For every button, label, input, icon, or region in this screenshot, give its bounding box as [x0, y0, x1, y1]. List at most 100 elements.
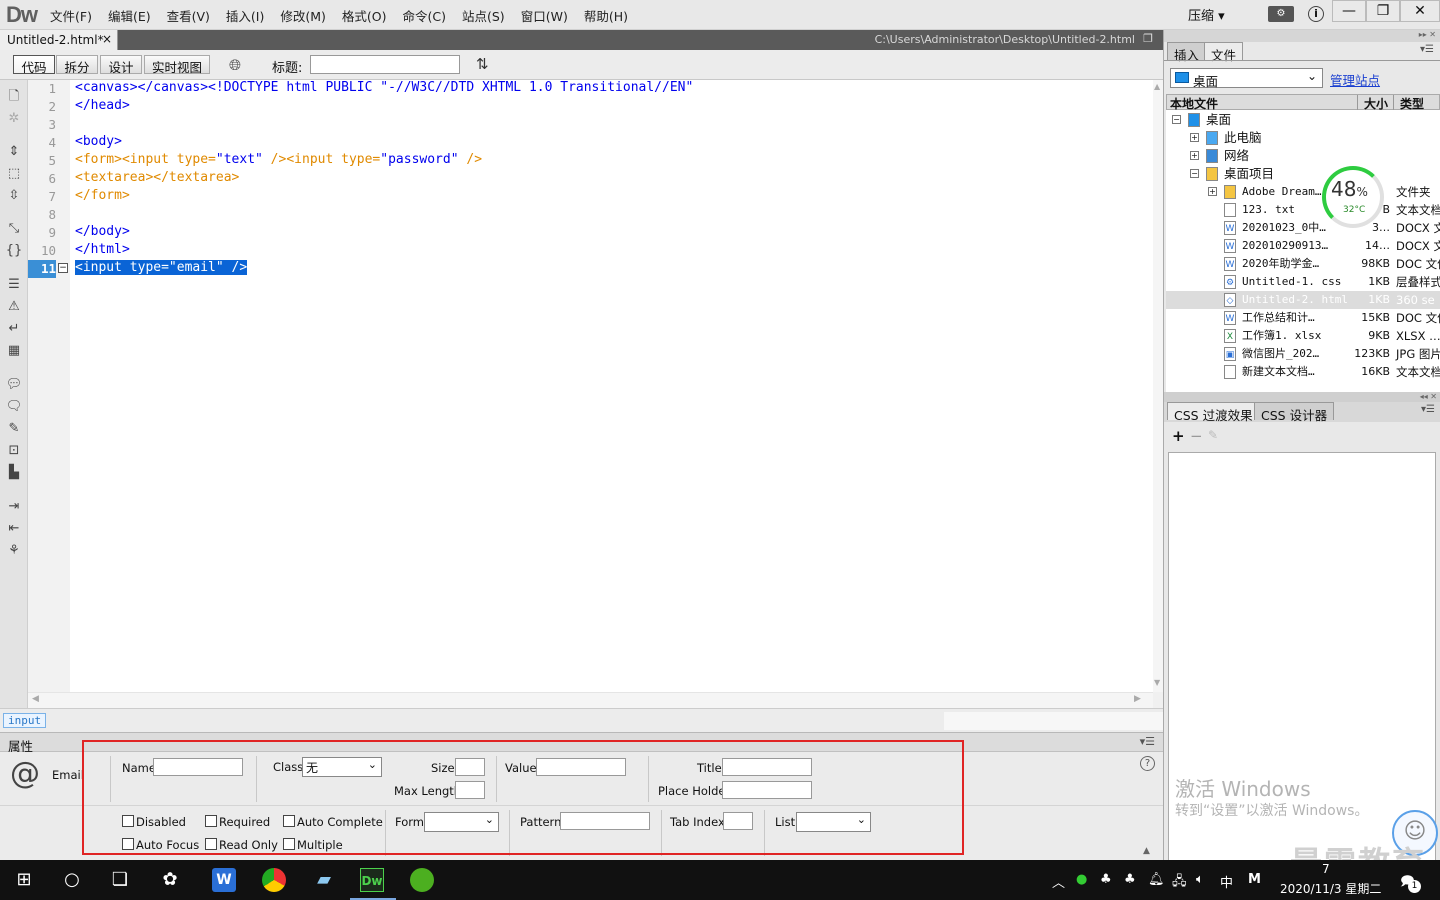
- ime-mode-indicator[interactable]: M: [1248, 872, 1261, 887]
- qq-icon-2[interactable]: ♣: [1124, 872, 1136, 887]
- line-numbers-icon[interactable]: ☰: [5, 276, 23, 294]
- vertical-scrollbar[interactable]: ▲ ▼: [1153, 80, 1163, 692]
- code-line[interactable]: </html>: [75, 242, 130, 260]
- code-line[interactable]: </head>: [75, 98, 130, 116]
- outdent-code-icon[interactable]: ⇤: [5, 520, 23, 538]
- read-only-checkbox[interactable]: [205, 838, 217, 850]
- scroll-right-icon[interactable]: ▶: [1134, 694, 1141, 704]
- extension-icon[interactable]: ⚙: [1268, 6, 1294, 22]
- file-row[interactable]: − 桌面: [1166, 111, 1440, 129]
- ime-indicator[interactable]: 中: [1220, 872, 1233, 891]
- watermelon-icon[interactable]: [410, 868, 434, 892]
- scroll-up-icon[interactable]: ▲: [1154, 82, 1160, 91]
- disabled-checkbox[interactable]: [122, 815, 134, 827]
- menu-item-8[interactable]: 窗口(W): [513, 6, 576, 25]
- restore-document-icon[interactable]: ❐: [1143, 32, 1153, 45]
- open-documents-icon[interactable]: 🗋: [5, 88, 23, 106]
- file-row[interactable]: X 工作簿1. xlsx 9KB XLSX …: [1166, 327, 1440, 345]
- title-input[interactable]: [310, 55, 460, 74]
- code-line[interactable]: <textarea></textarea>: [75, 170, 239, 188]
- menu-item-0[interactable]: 文件(F): [42, 6, 100, 25]
- chrome-icon[interactable]: [262, 868, 286, 892]
- collapse-tag-icon[interactable]: ⇕: [5, 143, 23, 161]
- name-input[interactable]: [153, 758, 243, 776]
- expand-all-icon[interactable]: ⇳: [5, 187, 23, 205]
- file-row[interactable]: ◇ Untitled-2. html 1KB 360 se: [1166, 291, 1440, 309]
- app-icon-document[interactable]: ▰: [312, 868, 336, 892]
- indent-code-icon[interactable]: ⇥: [5, 498, 23, 516]
- file-row[interactable]: W 20201023_0中… 3… DOCX 文: [1166, 219, 1440, 237]
- site-select[interactable]: 桌面 ⌄: [1170, 68, 1323, 89]
- app-icon-pinwheel[interactable]: ✿: [158, 868, 182, 892]
- tab-css-designer[interactable]: CSS 设计器: [1254, 402, 1335, 423]
- file-row[interactable]: − 桌面项目: [1166, 165, 1440, 183]
- code-line[interactable]: <canvas></canvas><!DOCTYPE html PUBLIC "…: [75, 80, 693, 98]
- auto-complete-checkbox[interactable]: [283, 815, 295, 827]
- select-parent-tag-icon[interactable]: ⤡: [5, 220, 23, 238]
- class-select[interactable]: 无 ⌄: [302, 757, 382, 777]
- css-panel-menu-icon[interactable]: ▾☰: [1421, 404, 1435, 415]
- menu-item-9[interactable]: 帮助(H): [576, 6, 636, 25]
- expand-icon[interactable]: +: [1208, 187, 1217, 196]
- apply-comment-icon[interactable]: 💬︎: [5, 376, 23, 394]
- document-tab[interactable]: Untitled-2.html* ×: [0, 30, 118, 50]
- code-line[interactable]: </form>: [75, 188, 130, 206]
- file-row[interactable]: ⚙ Untitled-1. css 1KB 层叠样式: [1166, 273, 1440, 291]
- tab-css-transitions[interactable]: CSS 过渡效果: [1167, 402, 1260, 423]
- close-button[interactable]: ✕: [1400, 0, 1440, 22]
- restore-button[interactable]: ❐: [1366, 0, 1400, 22]
- highlight-invalid-code-icon[interactable]: ⚠: [5, 298, 23, 316]
- max-length-input[interactable]: [455, 781, 485, 799]
- menu-item-2[interactable]: 查看(V): [159, 6, 218, 25]
- code-editor[interactable]: <canvas></canvas><!DOCTYPE html PUBLIC "…: [70, 80, 1153, 692]
- file-row[interactable]: + 此电脑: [1166, 129, 1440, 147]
- auto-focus-checkbox[interactable]: [122, 838, 134, 850]
- word-wrap-icon[interactable]: ↵: [5, 320, 23, 338]
- file-row[interactable]: ▣ 微信图片_202… 123KB JPG 图片: [1166, 345, 1440, 363]
- syntax-coloring-icon[interactable]: ▦: [5, 342, 23, 360]
- tab-index-input[interactable]: [723, 812, 753, 830]
- workspace-switcher[interactable]: 压缩 ▾: [1188, 5, 1225, 24]
- pattern-input[interactable]: [560, 812, 650, 830]
- menu-item-6[interactable]: 命令(C): [395, 6, 454, 25]
- clock-time[interactable]: 7: [1322, 862, 1330, 876]
- clock-date[interactable]: 2020/11/3 星期二: [1280, 880, 1381, 897]
- network-icon[interactable]: 🖧: [1172, 872, 1187, 894]
- css-panel-collapse-icon[interactable]: ◂◂ ✕: [1420, 392, 1437, 401]
- info-icon[interactable]: i: [1308, 6, 1324, 22]
- code-line[interactable]: <form><input type="text" /><input type="…: [75, 152, 482, 170]
- scroll-left-icon[interactable]: ◀: [32, 694, 39, 704]
- file-row[interactable]: 123. txt B 文本文档: [1166, 201, 1440, 219]
- split-view-button[interactable]: 拆分: [56, 55, 98, 75]
- code-line[interactable]: <body>: [75, 134, 122, 152]
- qq-icon[interactable]: ♣: [1100, 872, 1112, 887]
- expand-icon[interactable]: +: [1190, 151, 1199, 160]
- edit-transition-icon[interactable]: ✎: [1208, 428, 1218, 442]
- collapse-panel-icon[interactable]: ▲: [1143, 846, 1150, 856]
- code-view-button[interactable]: 代码: [13, 55, 55, 75]
- collapse-icon[interactable]: −: [1190, 169, 1199, 178]
- panel-menu-icon[interactable]: ▾☰: [1420, 44, 1434, 55]
- code-fold-icon[interactable]: −: [58, 263, 68, 273]
- menu-item-3[interactable]: 插入(I): [218, 6, 272, 25]
- wps-icon[interactable]: W: [212, 868, 236, 892]
- menu-item-7[interactable]: 站点(S): [454, 6, 513, 25]
- show-code-navigator-icon[interactable]: ✲: [5, 110, 23, 128]
- search-icon[interactable]: ○: [60, 868, 84, 892]
- collapse-icon[interactable]: −: [1172, 115, 1181, 124]
- manage-sites-link[interactable]: 管理站点: [1330, 70, 1380, 89]
- format-source-icon[interactable]: ⚘: [5, 542, 23, 560]
- task-view-icon[interactable]: ❏: [108, 868, 132, 892]
- file-row[interactable]: 新建文本文档… 16KB 文本文档: [1166, 363, 1440, 381]
- tray-expand-icon[interactable]: ︿: [1052, 872, 1065, 891]
- tab-insert[interactable]: 插入: [1167, 42, 1207, 63]
- collapse-selection-icon[interactable]: ⬚: [5, 165, 23, 183]
- move-css-icon[interactable]: ▙: [5, 464, 23, 482]
- minimize-button[interactable]: —: [1332, 0, 1366, 22]
- code-line[interactable]: </body>: [75, 224, 130, 242]
- volume-icon[interactable]: 🔈︎: [1196, 872, 1204, 887]
- balance-braces-icon[interactable]: {}: [5, 242, 23, 260]
- list-select[interactable]: ⌄: [796, 812, 871, 832]
- scroll-down-icon[interactable]: ▼: [1154, 678, 1160, 687]
- windows-start-icon[interactable]: ⊞: [12, 868, 36, 892]
